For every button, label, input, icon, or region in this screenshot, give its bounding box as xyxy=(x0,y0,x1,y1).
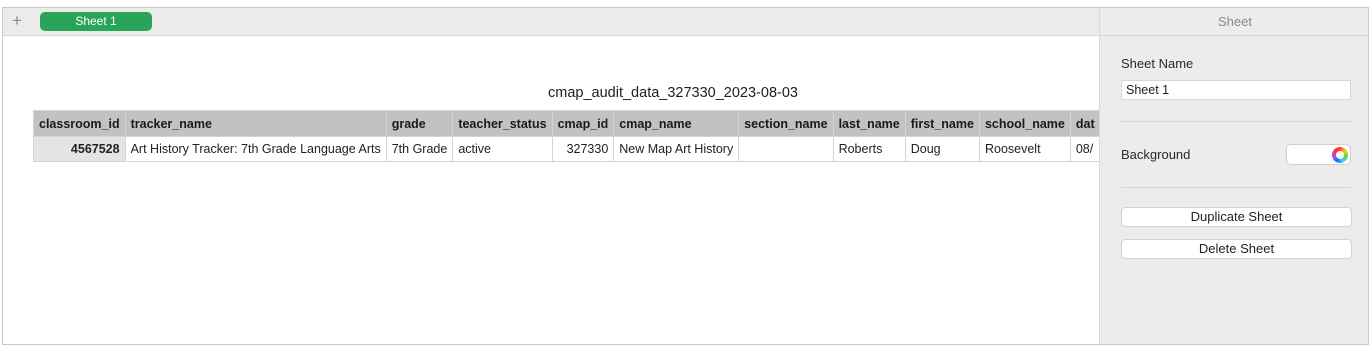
sheet-canvas: cmap_audit_data_327330_2023-08-03 classr… xyxy=(3,37,1099,344)
cell-section-name[interactable] xyxy=(738,136,834,162)
cell-first-name[interactable]: Doug xyxy=(904,136,980,162)
column-header-cmap-id[interactable]: cmap_id xyxy=(551,110,615,137)
column-header-grade[interactable]: grade xyxy=(385,110,454,137)
cell-cmap-name[interactable]: New Map Art History xyxy=(613,136,740,162)
divider xyxy=(1121,121,1351,122)
inspector-header: Sheet xyxy=(1100,8,1368,36)
column-header-school-name[interactable]: school_name xyxy=(978,110,1071,137)
duplicate-sheet-button[interactable]: Duplicate Sheet xyxy=(1121,207,1352,227)
sheet-tab-bar: + Sheet 1 xyxy=(3,8,1099,36)
cell-cmap-id[interactable]: 327330 xyxy=(551,136,615,162)
sheet-inspector: Sheet Sheet Name Background Duplicate Sh… xyxy=(1099,8,1368,344)
divider xyxy=(1121,187,1351,188)
sheet-name-label: Sheet Name xyxy=(1121,56,1194,71)
column-header-date[interactable]: dat xyxy=(1069,110,1099,137)
column-header-tracker-name[interactable]: tracker_name xyxy=(124,110,387,137)
cell-tracker-name[interactable]: Art History Tracker: 7th Grade Language … xyxy=(124,136,387,162)
header-row: classroom_id tracker_name grade teacher_… xyxy=(33,110,1099,137)
background-label: Background xyxy=(1121,147,1191,162)
column-header-teacher-status[interactable]: teacher_status xyxy=(452,110,553,137)
column-header-cmap-name[interactable]: cmap_name xyxy=(613,110,740,137)
app-window: + Sheet 1 cmap_audit_data_327330_2023-08… xyxy=(2,7,1369,345)
table-row: 4567528 Art History Tracker: 7th Grade L… xyxy=(33,136,1099,162)
sheet-name-input[interactable] xyxy=(1121,80,1351,100)
tab-sheet-1[interactable]: Sheet 1 xyxy=(40,12,152,31)
cell-last-name[interactable]: Roberts xyxy=(832,136,906,162)
color-wheel-icon[interactable] xyxy=(1332,147,1348,163)
data-table[interactable]: classroom_id tracker_name grade teacher_… xyxy=(33,110,1099,162)
column-header-last-name[interactable]: last_name xyxy=(832,110,906,137)
table-container: classroom_id tracker_name grade teacher_… xyxy=(33,110,1099,162)
cell-teacher-status[interactable]: active xyxy=(452,136,553,162)
plus-icon: + xyxy=(12,11,22,30)
table-title[interactable]: cmap_audit_data_327330_2023-08-03 xyxy=(3,85,1099,101)
column-header-classroom-id[interactable]: classroom_id xyxy=(33,110,126,137)
background-color-well[interactable] xyxy=(1286,144,1351,165)
cell-classroom-id[interactable]: 4567528 xyxy=(33,136,126,162)
cell-grade[interactable]: 7th Grade xyxy=(385,136,454,162)
column-header-section-name[interactable]: section_name xyxy=(738,110,834,137)
add-sheet-button[interactable]: + xyxy=(9,11,25,31)
cell-school-name[interactable]: Roosevelt xyxy=(978,136,1071,162)
delete-sheet-button[interactable]: Delete Sheet xyxy=(1121,239,1352,259)
cell-date[interactable]: 08/ xyxy=(1069,136,1099,162)
column-header-first-name[interactable]: first_name xyxy=(904,110,980,137)
